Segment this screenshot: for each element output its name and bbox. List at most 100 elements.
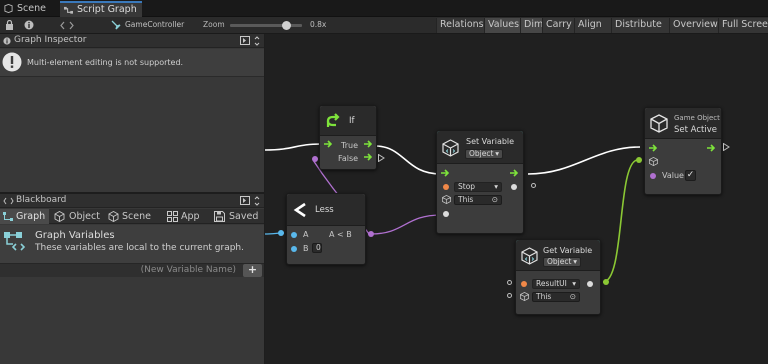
get-variable-output-port[interactable] bbox=[603, 279, 609, 285]
tab-scene[interactable]: Scene bbox=[104, 209, 156, 224]
panel-menu-icon[interactable] bbox=[254, 195, 260, 207]
graph-inspector-header: Graph Inspector bbox=[0, 34, 264, 48]
checkmark-icon: ✓ bbox=[686, 170, 695, 180]
get-variable-target-input-port[interactable] bbox=[507, 293, 512, 298]
get-variable-title: Get Variable bbox=[543, 246, 593, 255]
relations-toggle[interactable]: Relations bbox=[436, 18, 484, 33]
less-b-value-field[interactable]: 0 bbox=[312, 243, 322, 253]
less-b-label: B bbox=[303, 244, 309, 253]
tab-object[interactable]: Object bbox=[50, 209, 103, 224]
get-variable-value-port[interactable] bbox=[587, 281, 593, 287]
dim-toggle[interactable]: Dim bbox=[520, 18, 543, 33]
get-variable-node[interactable]: Get Variable Object ▾ ResultUI ▾ This ⊙ bbox=[515, 239, 601, 315]
overview-button[interactable]: Overview bbox=[669, 18, 718, 33]
flow-in-arrow[interactable] bbox=[441, 169, 451, 177]
get-variable-name-field[interactable]: ResultUI ▾ bbox=[532, 279, 580, 289]
set-variable-node[interactable]: Set Variable Object ▾ Stop ▾ This ⊙ bbox=[436, 130, 524, 234]
get-variable-name-input-port[interactable] bbox=[507, 280, 512, 285]
flow-true-arrow[interactable] bbox=[364, 140, 374, 148]
scene-icon bbox=[108, 211, 119, 222]
full-screen-button[interactable]: Full Screen bbox=[718, 18, 768, 33]
tab-saved[interactable]: Saved bbox=[210, 209, 264, 224]
collapse-panel-icon[interactable] bbox=[240, 196, 250, 205]
flow-in-arrow[interactable] bbox=[649, 144, 659, 152]
set-variable-name-field[interactable]: Stop ▾ bbox=[454, 182, 502, 192]
set-active-value-port[interactable] bbox=[650, 173, 656, 179]
panel-menu-icon[interactable] bbox=[254, 35, 260, 47]
align-dropdown[interactable]: Align ▾ bbox=[574, 18, 611, 44]
graph-canvas[interactable]: If True False Less A A < B B 0 Set Varia… bbox=[265, 34, 768, 364]
if-false-output-port[interactable] bbox=[378, 154, 385, 162]
window-tab-bar: Scene Script Graph bbox=[0, 0, 768, 17]
bool-connection-value bbox=[370, 214, 442, 235]
scene-icon bbox=[4, 4, 13, 13]
inspector-message-box: Multi-element editing is not supported. bbox=[0, 49, 264, 77]
set-variable-name-port[interactable] bbox=[443, 184, 449, 190]
less-a-port[interactable] bbox=[291, 232, 297, 238]
set-variable-output-port[interactable] bbox=[511, 184, 517, 190]
less-output-port[interactable] bbox=[368, 231, 374, 237]
set-active-target-port[interactable] bbox=[636, 157, 642, 163]
less-b-port[interactable] bbox=[291, 246, 297, 252]
condition-port[interactable] bbox=[312, 156, 318, 162]
get-variable-name-port[interactable] bbox=[521, 281, 527, 287]
get-variable-name-value: ResultUI bbox=[536, 279, 567, 288]
distribute-dropdown[interactable]: Distribute ▾ bbox=[611, 18, 669, 44]
set-active-category: Game Object bbox=[674, 114, 720, 122]
set-variable-name-output-port[interactable] bbox=[531, 183, 536, 188]
set-active-flow-output-port[interactable] bbox=[723, 143, 730, 151]
graph-target-label: GameController bbox=[125, 20, 185, 29]
tab-scene[interactable]: Scene bbox=[0, 1, 56, 17]
target-picker-icon[interactable]: ⊙ bbox=[492, 196, 498, 204]
floppy-disk-icon bbox=[214, 211, 225, 222]
set-active-node[interactable]: Game Object Set Active Value ✓ bbox=[644, 107, 722, 195]
flow-out-arrow[interactable] bbox=[707, 144, 717, 152]
info-circle-icon bbox=[2, 52, 22, 72]
set-variable-name-value: Stop bbox=[458, 182, 476, 191]
values-toggle[interactable]: Values bbox=[484, 18, 520, 33]
zoom-slider[interactable] bbox=[230, 21, 302, 30]
info-icon[interactable] bbox=[24, 20, 34, 30]
if-node[interactable]: If True False bbox=[312, 105, 377, 170]
if-node-title: If bbox=[349, 116, 355, 126]
less-out-label: A < B bbox=[329, 230, 352, 239]
tab-graph[interactable]: Graph bbox=[0, 209, 49, 224]
tab-app[interactable]: App bbox=[163, 209, 208, 224]
get-variable-target-field[interactable]: This ⊙ bbox=[532, 292, 580, 302]
set-active-header: Game Object Set Active bbox=[645, 108, 721, 139]
tab-script-graph-label: Script Graph bbox=[77, 4, 137, 15]
flow-in-arrow[interactable] bbox=[324, 140, 334, 148]
target-cube-icon bbox=[442, 195, 451, 204]
add-variable-button[interactable]: + bbox=[243, 264, 262, 277]
set-variable-value-port[interactable] bbox=[443, 211, 449, 217]
less-node-header: Less bbox=[287, 194, 365, 226]
lock-icon[interactable] bbox=[5, 20, 14, 30]
zoom-slider-thumb[interactable] bbox=[282, 21, 291, 30]
less-node[interactable]: Less A A < B B 0 bbox=[286, 193, 366, 265]
flow-false-arrow[interactable] bbox=[364, 153, 374, 161]
set-variable-target-field[interactable]: This ⊙ bbox=[454, 195, 502, 205]
tab-script-graph[interactable]: Script Graph bbox=[60, 1, 142, 17]
carry-toggle[interactable]: Carry bbox=[542, 18, 574, 33]
less-a-label: A bbox=[303, 230, 309, 239]
script-graph-icon bbox=[64, 6, 73, 14]
collapse-panel-icon[interactable] bbox=[240, 36, 250, 45]
get-variable-kind-value: Object bbox=[547, 257, 572, 266]
get-variable-target-value: This bbox=[536, 292, 552, 301]
cube-icon bbox=[54, 211, 65, 222]
inspector-message: Multi-element editing is not supported. bbox=[27, 58, 184, 67]
target-picker-icon[interactable]: ⊙ bbox=[570, 293, 576, 301]
new-variable-name-input[interactable]: (New Variable Name) bbox=[0, 265, 240, 277]
get-variable-kind-dropdown[interactable]: Object ▾ bbox=[543, 257, 581, 267]
branch-icon bbox=[326, 113, 340, 127]
blackboard-code-icon bbox=[3, 197, 14, 205]
set-variable-kind-dropdown[interactable]: Object ▾ bbox=[465, 149, 503, 159]
info-icon bbox=[3, 37, 11, 45]
flow-out-arrow[interactable] bbox=[510, 169, 520, 177]
dropdown-arrow-icon: ▾ bbox=[495, 149, 499, 158]
graph-code-icon[interactable] bbox=[60, 21, 74, 30]
set-active-value-checkbox[interactable]: ✓ bbox=[685, 170, 696, 181]
less-a-input-port[interactable] bbox=[278, 230, 284, 236]
blackboard-tabs: Graph Object Scene App Saved bbox=[0, 209, 264, 224]
dropdown-arrow-icon: ▾ bbox=[494, 182, 498, 191]
